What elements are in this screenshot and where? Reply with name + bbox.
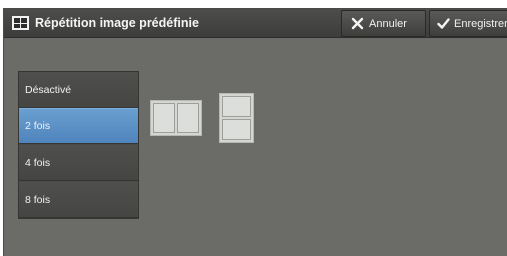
option-4-times[interactable]: 4 fois (19, 145, 138, 181)
cancel-label: Annuler (369, 17, 407, 30)
save-button[interactable]: Enregistrer (429, 10, 507, 37)
checkmark-icon (435, 16, 451, 32)
dialog-window: Répétition image prédéfinie Annuler Enre… (3, 8, 507, 256)
page-title: Répétition image prédéfinie (35, 16, 199, 30)
image-repeat-icon (12, 16, 29, 30)
cancel-button[interactable]: Annuler (341, 10, 426, 37)
two-stacked-icon (219, 93, 254, 143)
two-side-by-side-icon (150, 100, 202, 136)
save-label: Enregistrer (454, 17, 507, 30)
close-icon (349, 16, 365, 32)
repeat-options-list: Désactivé 2 fois 4 fois 8 fois (18, 71, 139, 219)
option-2-times[interactable]: 2 fois (19, 108, 138, 144)
option-8-times[interactable]: 8 fois (19, 182, 138, 218)
option-off[interactable]: Désactivé (19, 72, 138, 108)
title-bar: Répétition image prédéfinie Annuler Enre… (4, 9, 507, 38)
